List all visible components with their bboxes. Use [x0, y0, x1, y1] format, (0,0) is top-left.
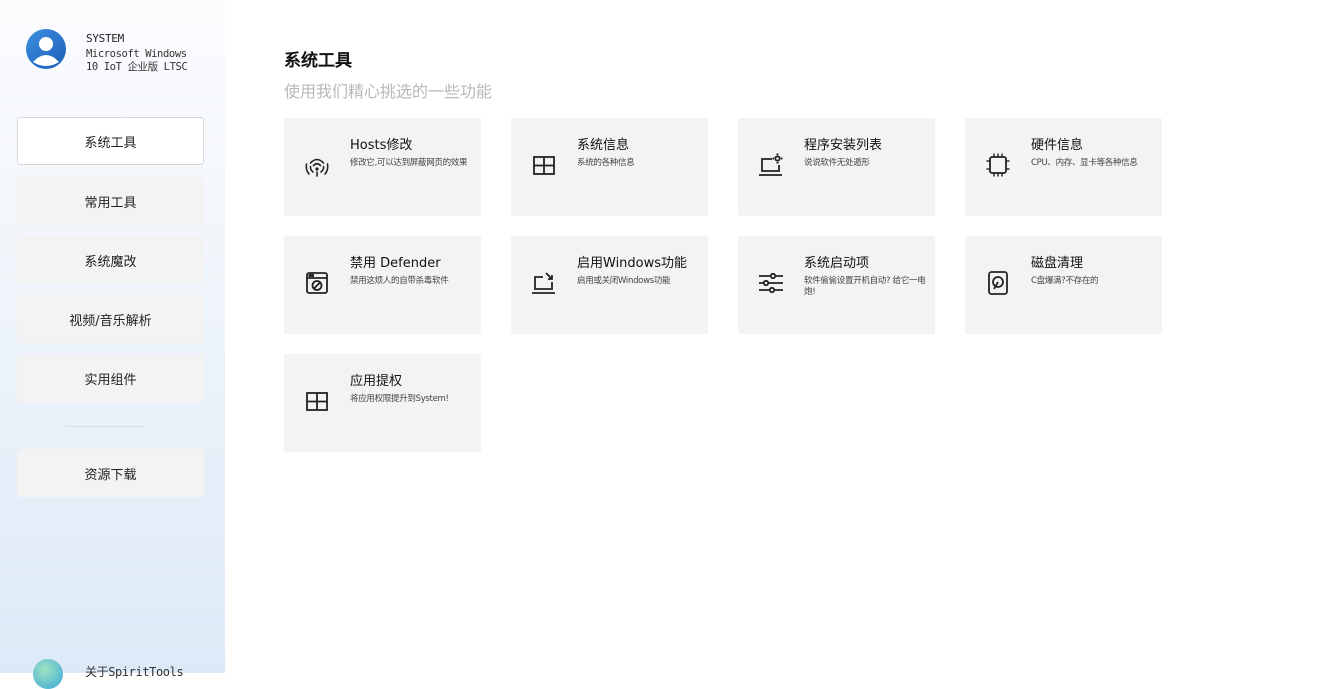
page-subtitle: 使用我们精心挑选的一些功能	[284, 82, 493, 101]
about-button[interactable]: 关于SpiritTools	[33, 655, 213, 689]
nav-item-system-mods[interactable]: 系统魔改	[17, 236, 204, 284]
nav-item-media-parse[interactable]: 视频/音乐解析	[17, 295, 204, 343]
about-label: 关于SpiritTools	[85, 665, 184, 679]
card-disk-cleanup[interactable]: 磁盘清理 C盘爆满?不存在的	[965, 236, 1162, 334]
card-system-info[interactable]: 系统信息 系统的各种信息	[511, 118, 708, 216]
card-title: 系统启动项	[804, 256, 870, 271]
user-name: SYSTEM	[86, 32, 124, 45]
os-version: Microsoft Windows 10 IoT 企业版 LTSC	[86, 48, 188, 73]
card-windows-features[interactable]: 启用Windows功能 启用或关闭Windows功能	[511, 236, 708, 334]
card-disable-defender[interactable]: 禁用 Defender 禁用这烦人的自带杀毒软件	[284, 236, 481, 334]
card-description: 软件偷偷设置开机自动? 给它一电炮!	[804, 276, 926, 297]
laptop-arrow-icon	[532, 272, 555, 294]
sidebar: SYSTEM Microsoft Windows 10 IoT 企业版 LTSC…	[0, 0, 225, 689]
blocked-window-icon	[306, 272, 328, 294]
windows-logo-icon	[533, 156, 555, 175]
card-description: C盘爆满?不存在的	[1031, 276, 1099, 286]
disk-icon	[988, 271, 1008, 295]
card-title: 程序安装列表	[804, 138, 883, 153]
card-description: 禁用这烦人的自带杀毒软件	[350, 276, 449, 286]
nav-item-system-tools[interactable]: 系统工具	[17, 117, 204, 165]
card-hosts[interactable]: Hosts修改 修改它,可以达到屏蔽网页的效果	[284, 118, 481, 216]
nav-item-common-tools[interactable]: 常用工具	[17, 177, 204, 225]
card-description: 将应用权限提升到System!	[350, 394, 449, 404]
card-description: CPU、内存、显卡等各种信息	[1031, 158, 1138, 168]
sliders-icon	[759, 272, 783, 294]
app-logo-icon	[33, 659, 63, 689]
card-title: 禁用 Defender	[350, 256, 441, 271]
chip-icon	[986, 153, 1010, 177]
card-startup-items[interactable]: 系统启动项 软件偷偷设置开机自动? 给它一电炮!	[738, 236, 935, 334]
card-title: 启用Windows功能	[577, 256, 688, 271]
card-installed-programs[interactable]: 程序安装列表 说说软件无处遁形	[738, 118, 935, 216]
wifi-broadcast-icon	[305, 158, 329, 177]
card-description: 启用或关闭Windows功能	[577, 276, 671, 286]
card-title: 系统信息	[577, 138, 630, 153]
card-title: 磁盘清理	[1031, 256, 1084, 271]
card-elevate-privileges[interactable]: 应用提权 将应用权限提升到System!	[284, 354, 481, 452]
card-title: 硬件信息	[1031, 138, 1084, 153]
nav-item-downloads[interactable]: 资源下载	[17, 449, 204, 497]
nav-divider	[66, 426, 144, 427]
nav-item-components[interactable]: 实用组件	[17, 354, 204, 402]
user-card: SYSTEM Microsoft Windows 10 IoT 企业版 LTSC	[25, 28, 225, 88]
card-description: 说说软件无处遁形	[804, 158, 870, 168]
windows-logo-icon	[306, 392, 328, 411]
card-hardware-info[interactable]: 硬件信息 CPU、内存、显卡等各种信息	[965, 118, 1162, 216]
card-description: 系统的各种信息	[577, 158, 635, 168]
card-title: Hosts修改	[350, 138, 413, 153]
card-title: 应用提权	[350, 374, 403, 389]
card-description: 修改它,可以达到屏蔽网页的效果	[350, 158, 468, 168]
user-avatar-icon	[26, 29, 66, 69]
laptop-gear-icon	[759, 153, 783, 176]
page-title: 系统工具	[284, 51, 352, 71]
